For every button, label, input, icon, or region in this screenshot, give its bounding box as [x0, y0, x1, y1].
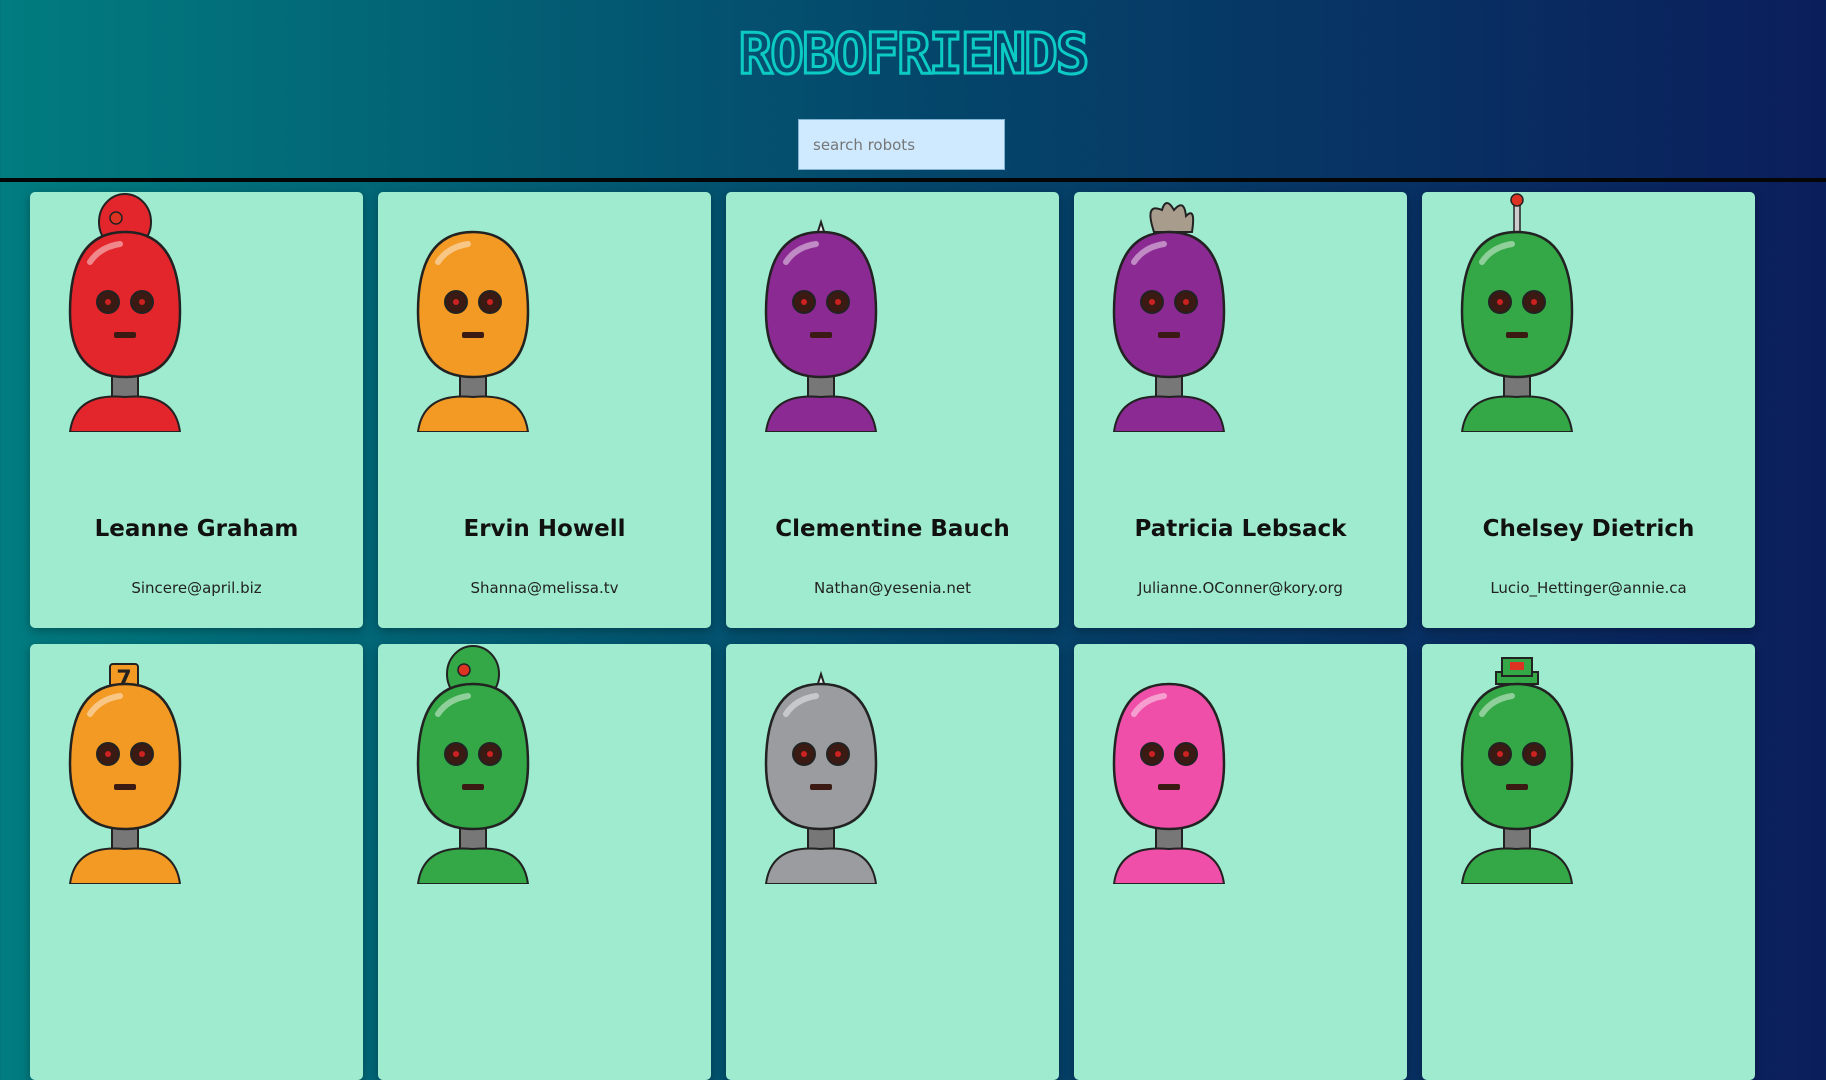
robot-avatar: 7	[68, 663, 182, 885]
robot-card[interactable]: Ervin Howell Shanna@melissa.tv	[378, 192, 711, 628]
robot-email: Lucio_Hettinger@annie.ca	[1490, 579, 1687, 597]
robot-email: Sincere@april.biz	[131, 579, 262, 597]
robot-card[interactable]	[378, 644, 711, 1080]
robot-card[interactable]: 7	[30, 644, 363, 1080]
robot-avatar	[764, 670, 878, 885]
robot-name: Ervin Howell	[463, 516, 626, 542]
robot-name: Chelsey Dietrich	[1482, 516, 1695, 542]
robot-avatar	[68, 193, 182, 433]
robot-card[interactable]: Leanne Graham Sincere@april.biz	[30, 192, 363, 628]
robot-card[interactable]	[1422, 644, 1755, 1080]
robot-avatar	[1460, 657, 1574, 885]
search-input[interactable]	[798, 119, 1005, 170]
robot-card[interactable]	[726, 644, 1059, 1080]
robot-email: Shanna@melissa.tv	[470, 579, 619, 597]
robot-name: Clementine Bauch	[775, 516, 1010, 542]
robot-card[interactable]: Clementine Bauch Nathan@yesenia.net	[726, 192, 1059, 628]
robot-card[interactable]	[1074, 644, 1407, 1080]
robofriends-logo: ROBOFRIENDS	[737, 22, 1091, 82]
robot-avatar	[416, 230, 530, 433]
robot-avatar	[416, 645, 530, 885]
robot-avatar	[1460, 193, 1574, 433]
robot-name: Leanne Graham	[94, 516, 299, 542]
robot-avatar	[1112, 202, 1226, 433]
robot-card[interactable]: Patricia Lebsack Julianne.OConner@kory.or…	[1074, 192, 1407, 628]
robot-avatar	[1112, 682, 1226, 885]
header-divider	[0, 178, 1826, 182]
app-header: ROBOFRIENDS	[0, 0, 1826, 178]
robot-card[interactable]: Chelsey Dietrich Lucio_Hettinger@annie.ca	[1422, 192, 1755, 628]
app-title: ROBOFRIENDS	[0, 22, 1826, 82]
robot-name: Patricia Lebsack	[1134, 516, 1347, 542]
robot-email: Nathan@yesenia.net	[814, 579, 971, 597]
logo-text: ROBOFRIENDS	[739, 22, 1088, 82]
robot-avatar	[764, 218, 878, 433]
robot-email: Julianne.OConner@kory.org	[1138, 579, 1343, 597]
